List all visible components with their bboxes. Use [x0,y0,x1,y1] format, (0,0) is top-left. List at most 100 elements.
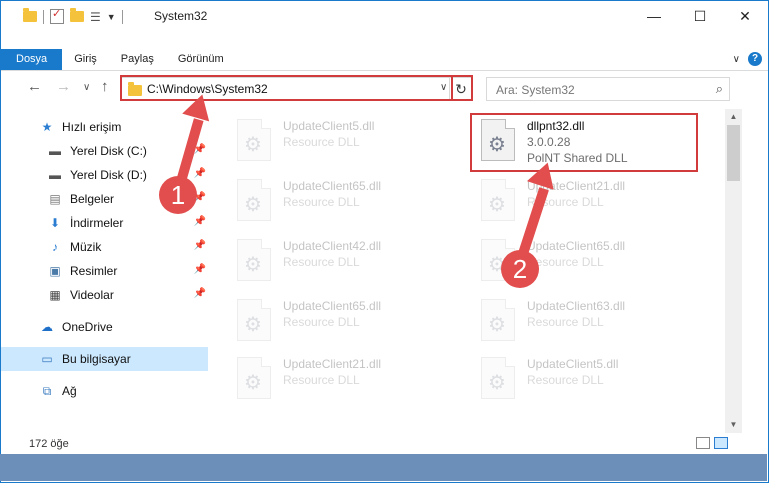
annotation-step-2: 2 [501,250,539,288]
explorer-window: ☰ ▼ System32 — ☐ ✕ Dosya Giriş Paylaş Gö… [0,0,769,483]
music-icon: ♪ [52,240,58,254]
gear-icon: ⚙ [244,314,262,336]
file-item[interactable]: ⚙ UpdateClient21.dll Resource DLL [229,351,459,407]
pin-icon[interactable]: 📌 [194,288,206,299]
pin-icon[interactable]: 📌 [194,168,206,179]
file-item[interactable]: ⚙ UpdateClient63.dll Resource DLL [473,293,703,349]
expand-ribbon-icon[interactable]: ∨ [733,54,740,65]
dll-file-icon: ⚙ [237,179,271,221]
large-icons-view-button[interactable] [714,437,728,449]
file-item[interactable]: ⚙ UpdateClient65.dll Resource DLL [229,293,459,349]
sidebar-item-label: İndirmeler [70,216,124,230]
dll-file-icon: ⚙ [237,357,271,399]
file-highlight [470,113,698,172]
sidebar-item-label: Resimler [70,264,118,278]
toolbar-divider [121,9,123,24]
desktop-background [0,454,767,481]
gear-icon: ⚙ [244,372,262,394]
properties-icon[interactable] [50,7,64,24]
file-item[interactable]: ⚙ UpdateClient5.dll Resource DLL [229,113,459,169]
address-bar-highlight [120,75,473,101]
gear-icon: ⚙ [244,134,262,156]
file-type: Resource DLL [527,373,604,387]
file-name: UpdateClient21.dll [283,357,382,371]
search-icon: ⌕ [715,81,723,96]
dll-file-icon: ⚙ [481,357,515,399]
qat-dropdown-icon[interactable]: ▼ [107,12,116,22]
file-name: UpdateClient5.dll [527,357,619,371]
star-icon: ★ [41,120,53,134]
computer-icon: ▭ [41,352,53,366]
toolbar-divider [43,9,44,24]
sidebar-item-label: OneDrive [62,320,113,334]
sidebar-item-network[interactable]: ⧉ Ağ [1,379,208,403]
sidebar-item-downloads[interactable]: ⬇ İndirmeler 📌 [1,211,208,235]
search-box[interactable]: Ara: System32 ⌕ [486,77,730,101]
scrollbar-thumb[interactable] [727,125,740,181]
file-item[interactable]: ⚙ UpdateClient5.dll Resource DLL [473,351,703,407]
forward-button[interactable]: → [56,78,71,95]
new-folder-icon[interactable] [70,8,84,22]
sidebar-item-label: Yerel Disk (D:) [70,168,147,182]
drive-icon: ▬ [49,144,61,158]
dll-file-icon: ⚙ [481,179,515,221]
sidebar-item-pictures[interactable]: ▣ Resimler 📌 [1,259,208,283]
help-icon[interactable]: ? [748,52,762,66]
tab-home[interactable]: Giriş [62,49,109,70]
search-input[interactable]: Ara: System32 [496,83,575,97]
tab-file[interactable]: Dosya [1,49,63,70]
file-item[interactable]: ⚙ UpdateClient21.dll Resource DLL [473,173,703,229]
pin-icon[interactable]: 📌 [194,264,206,275]
scroll-down-icon[interactable]: ▼ [725,417,742,433]
sidebar-item-this-pc[interactable]: ▭ Bu bilgisayar [1,347,208,371]
gear-icon: ⚙ [488,194,506,216]
sidebar-item-label: Hızlı erişim [62,120,122,134]
tab-view[interactable]: Görünüm [166,49,236,70]
file-type: Resource DLL [283,373,360,387]
refresh-highlight [451,75,473,101]
window-title: System32 [154,9,208,23]
file-name: UpdateClient63.dll [527,299,626,313]
maximize-button[interactable]: ☐ [677,1,723,31]
navigation-pane: ★ Hızlı erişim ▬ Yerel Disk (C:) 📌 ▬ Yer… [1,111,211,421]
download-icon: ⬇ [49,216,61,230]
sidebar-item-music[interactable]: ♪ Müzik 📌 [1,235,208,259]
minimize-button[interactable]: — [631,1,677,31]
video-icon: ▦ [49,288,61,302]
ribbon: Dosya Giriş Paylaş Görünüm ∨ ? [1,49,768,70]
file-name: UpdateClient65.dll [283,179,382,193]
recent-locations-button[interactable]: ∨ [83,82,90,93]
vertical-scrollbar[interactable]: ▲ ▼ [725,109,742,433]
customize-icon[interactable]: ☰ [90,10,101,24]
file-item[interactable]: ⚙ UpdateClient42.dll Resource DLL [229,233,459,289]
pictures-icon: ▣ [49,264,61,278]
quick-access-toolbar: ☰ ▼ [23,7,123,24]
sidebar-item-onedrive[interactable]: ☁ OneDrive [1,315,208,339]
file-type: Resource DLL [283,135,360,149]
gear-icon: ⚙ [488,314,506,336]
gear-icon: ⚙ [244,254,262,276]
up-button[interactable]: ↑ [101,78,109,95]
back-button[interactable]: ← [27,78,42,95]
dll-file-icon: ⚙ [237,239,271,281]
network-icon: ⧉ [42,383,52,398]
pin-icon[interactable]: 📌 [194,240,206,251]
close-button[interactable]: ✕ [722,1,768,31]
status-bar: 172 öğe [1,433,768,455]
file-type: Resource DLL [283,315,360,329]
sidebar-item-drive-c[interactable]: ▬ Yerel Disk (C:) 📌 [1,139,208,163]
file-item[interactable]: ⚙ UpdateClient65.dll Resource DLL [229,173,459,229]
details-view-button[interactable] [696,437,710,449]
gear-icon: ⚙ [488,372,506,394]
file-type: Resource DLL [283,195,360,209]
sidebar-item-quick-access[interactable]: ★ Hızlı erişim [1,115,208,139]
documents-icon: ▤ [49,192,61,206]
sidebar-item-videos[interactable]: ▦ Videolar 📌 [1,283,208,307]
sidebar-item-label: Belgeler [70,192,115,206]
scroll-up-icon[interactable]: ▲ [725,109,742,125]
pin-icon[interactable]: 📌 [194,216,206,227]
file-name: UpdateClient65.dll [283,299,382,313]
sidebar-item-label: Ağ [62,384,77,398]
tab-share[interactable]: Paylaş [109,49,166,70]
dll-file-icon: ⚙ [237,119,271,161]
